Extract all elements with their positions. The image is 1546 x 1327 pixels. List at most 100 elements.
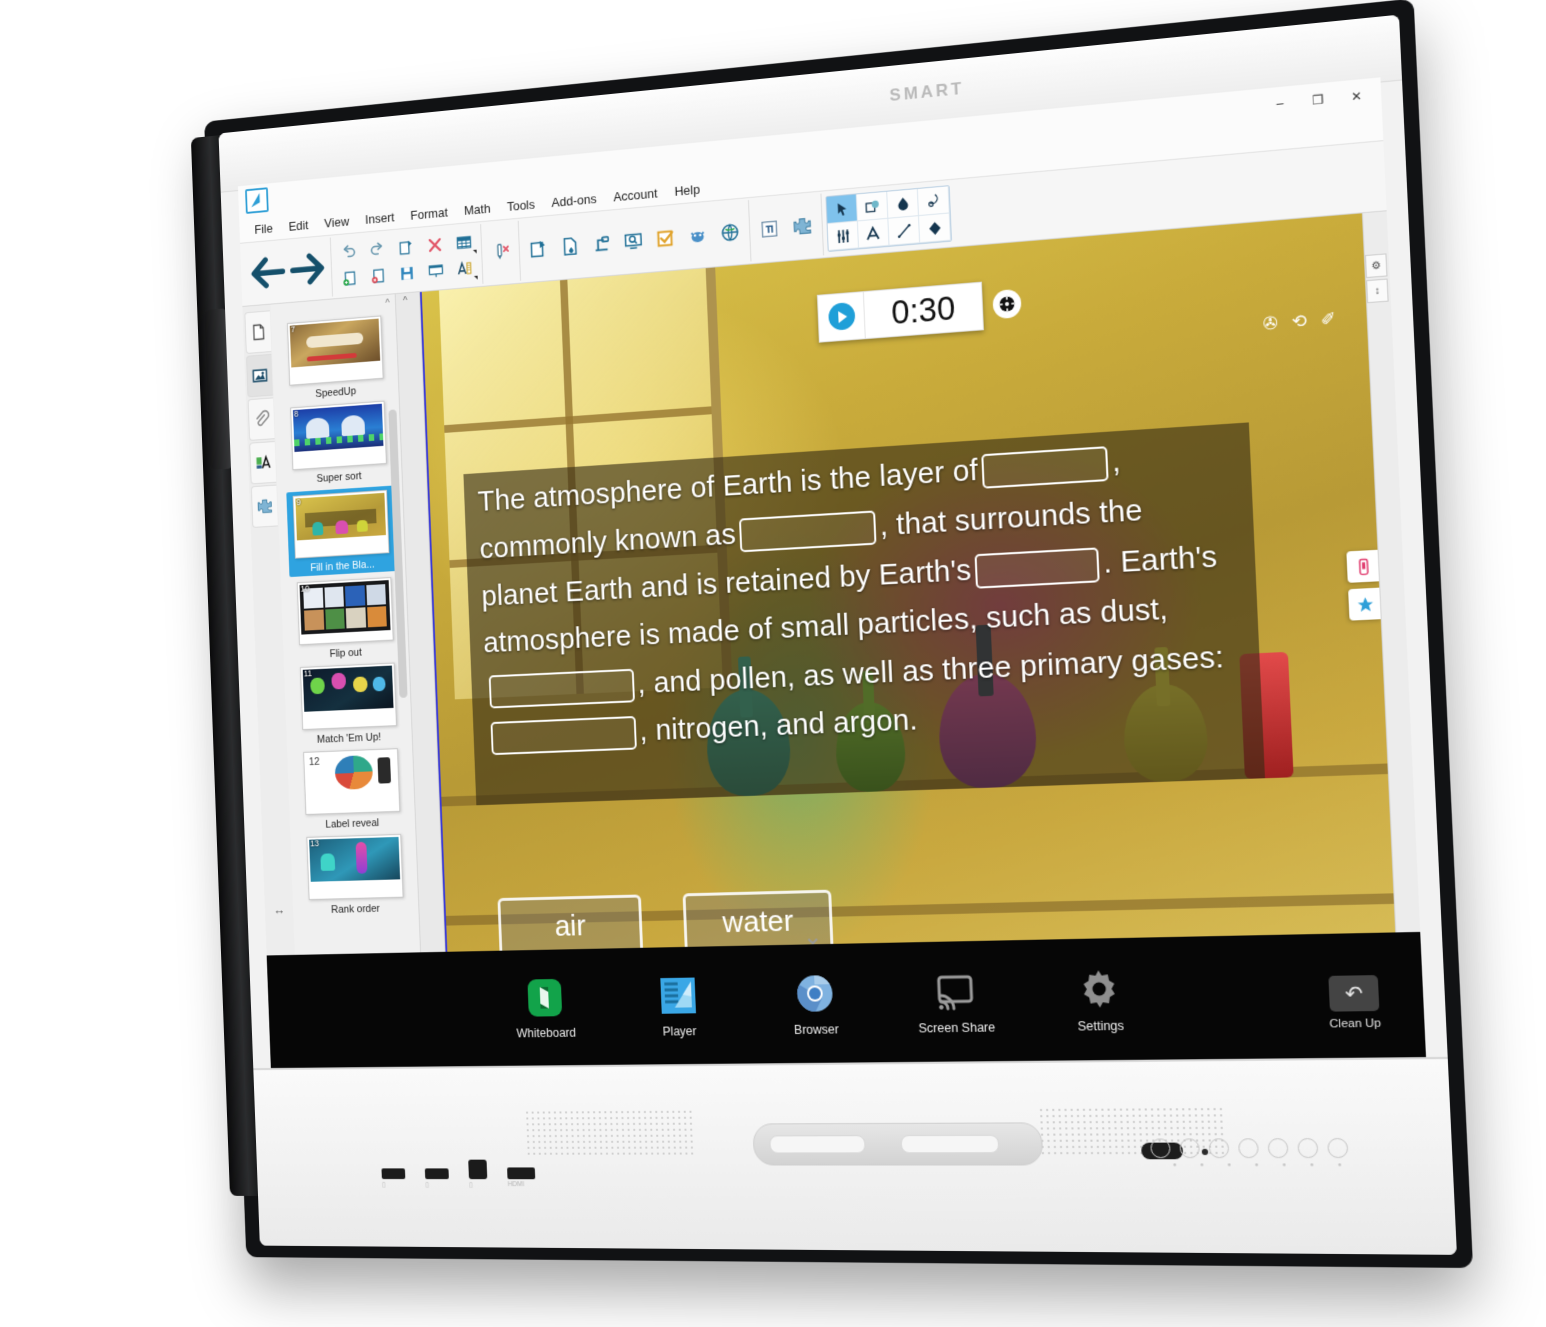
close-button[interactable]: ✕ bbox=[1338, 82, 1376, 110]
menu-view[interactable]: View bbox=[316, 210, 358, 234]
thumbnail-item-super-sort[interactable]: 8 Super sort bbox=[290, 400, 387, 487]
thumbnail-item-fill-in-the-blanks[interactable]: 9 Fill in the Bla... bbox=[286, 485, 397, 578]
canvas-area: ^ 0:30 ✇ ⟲ ✐ The atmosphere of Earth is … bbox=[395, 211, 1421, 953]
properties-tool[interactable] bbox=[827, 221, 860, 251]
thumbnail-number: 10 bbox=[300, 583, 310, 594]
stylus-pen[interactable] bbox=[900, 1134, 1000, 1154]
bezel-button-label: ● bbox=[1199, 1162, 1204, 1169]
restart-icon[interactable]: ⟲ bbox=[1291, 311, 1307, 333]
pen-tool[interactable] bbox=[917, 186, 950, 217]
screen-capture-button[interactable] bbox=[522, 222, 555, 277]
answer-blank-3[interactable] bbox=[974, 546, 1100, 589]
thumbnail-number: 11 bbox=[303, 668, 313, 679]
minimize-button[interactable]: – bbox=[1261, 89, 1298, 117]
answer-blank-5[interactable] bbox=[490, 716, 637, 756]
lesson-canvas[interactable]: 0:30 ✇ ⟲ ✐ The atmosphere of Earth is th… bbox=[419, 213, 1396, 952]
menu-format[interactable]: Format bbox=[402, 201, 456, 226]
canvas-resize-button[interactable]: ↕ bbox=[1366, 278, 1389, 304]
undo-button[interactable] bbox=[334, 239, 363, 267]
document-camera-button[interactable] bbox=[585, 216, 619, 271]
smart-lab-button[interactable] bbox=[680, 207, 715, 263]
thumbnail-item-label-reveal[interactable]: 12 Label reveal bbox=[303, 748, 401, 831]
thumbnail-number: 9 bbox=[296, 497, 302, 508]
menu-tools[interactable]: Tools bbox=[498, 193, 543, 217]
activity-controls[interactable]: ✇ ⟲ ✐ bbox=[1263, 309, 1337, 335]
select-tool[interactable] bbox=[826, 194, 858, 225]
clear-ink-button[interactable] bbox=[484, 225, 517, 280]
page-thumbnail-strip[interactable]: ^ 7 SpeedUp 8 Super sort 9 Fill in the B… bbox=[270, 294, 422, 955]
answer-blank-1[interactable] bbox=[981, 446, 1109, 490]
line-tool[interactable] bbox=[888, 216, 921, 246]
menu-account[interactable]: Account bbox=[604, 181, 666, 207]
settings-app[interactable]: Settings bbox=[1055, 965, 1144, 1033]
edit-pencil-icon[interactable]: ✐ bbox=[1320, 309, 1336, 331]
canvas-scroll-up-icon[interactable]: ^ bbox=[403, 296, 408, 307]
window-controls[interactable]: – ❐ ✕ bbox=[1261, 82, 1375, 118]
insert-file-button[interactable] bbox=[553, 219, 587, 274]
close-page-button[interactable] bbox=[363, 262, 393, 290]
whiteboard-app[interactable]: Whiteboard bbox=[505, 975, 585, 1040]
shape-tool[interactable] bbox=[856, 191, 889, 222]
menu-insert[interactable]: Insert bbox=[357, 206, 403, 230]
menu-help[interactable]: Help bbox=[666, 178, 709, 203]
answer-blank-4[interactable] bbox=[488, 668, 635, 709]
insert-table-button[interactable] bbox=[448, 228, 478, 257]
screen-share-app[interactable]: Screen Share bbox=[912, 968, 999, 1035]
menu-file[interactable]: File bbox=[246, 217, 281, 240]
sidebar-resize-handle[interactable]: ↔ bbox=[273, 903, 285, 918]
save-button[interactable] bbox=[392, 259, 422, 287]
smart-response-button[interactable] bbox=[648, 210, 682, 266]
redo-button[interactable] bbox=[362, 236, 392, 264]
browser-button[interactable] bbox=[713, 204, 748, 260]
bezel-button[interactable] bbox=[1297, 1138, 1319, 1159]
menu-edit[interactable]: Edit bbox=[280, 214, 316, 237]
thumbnail-number: 12 bbox=[308, 756, 320, 768]
text-format-button[interactable] bbox=[449, 254, 479, 282]
canvas-settings-button[interactable]: ⚙ bbox=[1364, 253, 1388, 279]
screen-shade-button[interactable] bbox=[616, 213, 1418, 931]
thumbnail-item-rank-order[interactable]: 13 Rank order bbox=[306, 833, 404, 916]
answer-tile[interactable]: air bbox=[497, 894, 644, 952]
favorite-star-icon[interactable] bbox=[1348, 588, 1382, 622]
bezel-button[interactable] bbox=[1150, 1138, 1171, 1159]
eraser-tool[interactable] bbox=[918, 213, 951, 244]
bezel-button[interactable] bbox=[1179, 1138, 1201, 1159]
text-tool[interactable] bbox=[857, 218, 890, 249]
bezel-control-buttons[interactable] bbox=[1150, 1138, 1349, 1159]
chevron-down-icon[interactable]: ⌄ bbox=[802, 922, 823, 952]
sidebar-item-addons[interactable] bbox=[250, 484, 278, 528]
previous-page-button[interactable] bbox=[246, 245, 288, 300]
sidebar-item-gallery[interactable] bbox=[245, 353, 273, 398]
bezel-button[interactable] bbox=[1267, 1138, 1289, 1159]
bezel-button-label: ● bbox=[1337, 1162, 1342, 1169]
player-app[interactable]: Player bbox=[637, 973, 720, 1039]
full-screen-button[interactable] bbox=[420, 257, 450, 285]
thumbnail-item-match-em-up[interactable]: 11 Match 'Em Up! bbox=[299, 662, 397, 747]
bezel-button[interactable] bbox=[1208, 1138, 1230, 1159]
chromium-icon bbox=[793, 971, 838, 1016]
fill-tool[interactable] bbox=[887, 188, 919, 219]
thumbnail-item-speedup[interactable]: 7 SpeedUp bbox=[286, 315, 384, 402]
browser-app[interactable]: Browser bbox=[773, 970, 858, 1037]
mute-icon[interactable]: ✇ bbox=[1263, 313, 1279, 335]
stylus-pen[interactable] bbox=[769, 1135, 866, 1154]
add-ons-button[interactable] bbox=[785, 198, 820, 255]
menu-addons[interactable]: Add-ons bbox=[543, 187, 606, 213]
activity-timer[interactable]: 0:30 bbox=[817, 278, 1022, 343]
menu-math[interactable]: Math bbox=[455, 197, 499, 221]
sidebar-item-properties[interactable] bbox=[248, 441, 276, 485]
bezel-button[interactable] bbox=[1327, 1138, 1349, 1159]
sidebar-item-page-sorter[interactable] bbox=[243, 310, 271, 355]
add-page-button[interactable] bbox=[391, 233, 421, 261]
delete-button[interactable] bbox=[419, 231, 449, 259]
next-page-button[interactable] bbox=[287, 242, 330, 297]
sidebar-item-attachments[interactable] bbox=[247, 397, 275, 441]
new-page-button[interactable] bbox=[335, 264, 364, 292]
answer-tile[interactable]: water bbox=[682, 889, 834, 952]
timer-settings-button[interactable] bbox=[992, 288, 1022, 319]
maximize-button[interactable]: ❐ bbox=[1299, 86, 1336, 114]
clean-up-button[interactable]: ↶ Clean Up bbox=[1327, 975, 1381, 1031]
answer-blank-2[interactable] bbox=[738, 510, 877, 553]
math-equation-button[interactable] bbox=[752, 201, 787, 257]
thumbnail-item-flip-out[interactable]: 10 Flip out bbox=[296, 577, 394, 661]
